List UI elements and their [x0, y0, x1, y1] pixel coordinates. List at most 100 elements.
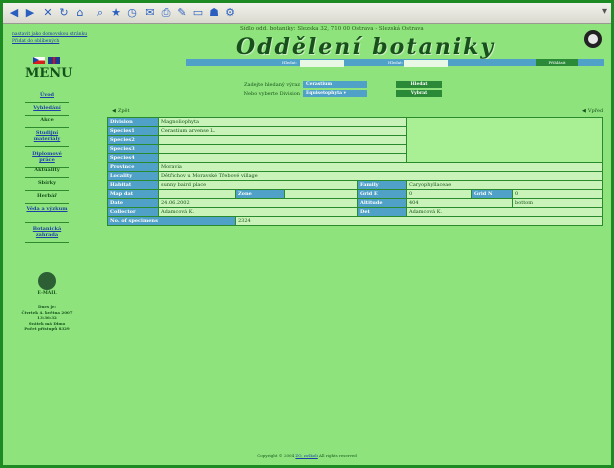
gridn-key: Grid N — [471, 189, 513, 199]
locality-key: Locality — [107, 171, 159, 181]
division-label: Nebo vyberte Division — [243, 91, 300, 97]
forward-link[interactable]: Vpřed — [582, 108, 603, 114]
browser-window — [0, 0, 614, 468]
stop-icon[interactable]: ✕ — [41, 6, 55, 20]
refresh-icon[interactable]: ↻ — [57, 6, 71, 20]
province-key: Province — [107, 162, 159, 172]
det-key: Det — [357, 207, 407, 217]
table-row: Date 24.06.2002 Altitude 404 bottom — [107, 198, 603, 208]
password-label: Hledat: — [388, 60, 404, 65]
sidebar-item-4[interactable]: Diplomové práce — [25, 151, 69, 168]
window-controls-icon[interactable]: ▾ — [602, 6, 607, 17]
date-value: 24.06.2002 — [158, 198, 358, 208]
select-button[interactable]: Vybrat — [396, 90, 442, 97]
species2-value — [158, 135, 407, 145]
footer: Copyright © 2004 ZO, zoškoli All rights … — [0, 453, 614, 458]
logo-icon — [584, 30, 602, 48]
language-switch — [33, 57, 61, 64]
top-links: nastavit jako domovskou stránku Přidat d… — [12, 31, 87, 45]
sidebar-item-2[interactable]: Akce — [25, 117, 69, 128]
tool-icon[interactable]: ⚙ — [223, 6, 237, 20]
sidebar-item-1[interactable]: Vyhledání — [25, 105, 69, 116]
table-row: Province Moravia — [107, 162, 603, 172]
sidebar-item-5[interactable]: Aktuality — [25, 167, 69, 178]
province-value: Moravia — [158, 162, 603, 172]
mapdat-key: Map dat — [107, 189, 159, 199]
forward-icon[interactable]: ▶ — [23, 6, 37, 20]
division-key: Division — [107, 117, 159, 127]
zone-value — [284, 189, 358, 199]
english-flag-icon[interactable] — [48, 57, 60, 64]
sidebar-item-9[interactable]: Botanická zahrada — [25, 226, 69, 243]
menu-title: MENU — [25, 66, 73, 81]
add-favorites-link[interactable]: Přidat do oblíbených — [12, 39, 59, 44]
print-icon[interactable]: ⎙ — [159, 6, 173, 20]
habitat-value: sunny baird place — [158, 180, 358, 190]
browser-toolbar: ◀ ▶ ✕ ↻ ⌂ ⌕ ★ ◷ ✉ ⎙ ✎ ▭ ☗ ⚙ ▾ — [3, 3, 611, 24]
specimens-key: No. of specimens — [107, 216, 236, 226]
collector-key: Collector — [107, 207, 159, 217]
page-title: Oddělení botaniky — [236, 34, 496, 60]
gridn-value: 0 — [512, 189, 603, 199]
empty-cell — [406, 117, 603, 163]
altitude-value: 404 — [406, 198, 513, 208]
search-input[interactable]: Cerastium — [303, 81, 367, 88]
gride-key: Grid E — [357, 189, 407, 199]
mail-icon[interactable]: ✉ — [143, 6, 157, 20]
chevron-down-icon[interactable]: ▾ — [344, 91, 346, 96]
table-row: Locality Dětřichov u Moravské Třebové vi… — [107, 171, 603, 181]
family-value: Caryophyllaceae — [406, 180, 603, 190]
favorites-icon[interactable]: ★ — [109, 6, 123, 20]
rights-text: All rights reserved — [319, 453, 357, 458]
species1-value: Cerastium arvense L. — [158, 126, 407, 136]
zone-key: Zone — [235, 189, 285, 199]
division-select[interactable]: Equisetophyta ▾ — [303, 90, 367, 97]
species4-key: Species4 — [107, 153, 159, 163]
division-value: Magnoliophyta — [158, 117, 407, 127]
back-icon[interactable]: ◀ — [7, 6, 21, 20]
specimens-value: 2324 — [235, 216, 603, 226]
side-info: Dnes je: Čtvrtek 4. května 2007 13:36:32… — [17, 304, 77, 332]
password-input[interactable] — [404, 60, 448, 67]
department-address: Sídlo odd. botaniky: Slezska 32, 710 00 … — [240, 26, 424, 32]
species1-key: Species1 — [107, 126, 159, 136]
email-label[interactable]: E-MAIL — [25, 291, 69, 296]
family-key: Family — [357, 180, 407, 190]
locality-value: Dětřichov u Moravské Třebové village — [158, 171, 603, 181]
edit-icon[interactable]: ✎ — [175, 6, 189, 20]
sidebar-item-6[interactable]: Sbírky — [25, 180, 69, 191]
table-row: Division Magnoliophyta — [107, 117, 603, 163]
history-icon[interactable]: ◷ — [125, 6, 139, 20]
email-icon[interactable] — [38, 272, 56, 290]
species2-key: Species2 — [107, 135, 159, 145]
sidebar-item-3[interactable]: Studijní materiály — [25, 130, 69, 147]
login-label: Hledat: — [282, 60, 298, 65]
search-button[interactable]: Hledat — [396, 81, 442, 88]
copyright-text: Copyright © 2004 — [257, 453, 295, 458]
gride-value: 0 — [406, 189, 472, 199]
altitude-unit: bottom — [512, 198, 603, 208]
set-homepage-link[interactable]: nastavit jako domovskou stránku — [12, 32, 87, 37]
czech-flag-icon[interactable] — [33, 57, 45, 64]
sidebar-item-0[interactable]: Úvod — [25, 92, 69, 103]
altitude-key: Altitude — [357, 198, 407, 208]
search-icon[interactable]: ⌕ — [93, 6, 107, 20]
home-icon[interactable]: ⌂ — [73, 6, 87, 20]
sidebar-item-7[interactable]: Herbář — [25, 193, 69, 204]
login-input[interactable] — [300, 60, 344, 67]
visit-counter: Počet přístupů 8329 — [24, 326, 70, 331]
search-label: Zadejte hledaný výraz — [244, 82, 300, 88]
species4-value — [158, 153, 407, 163]
messenger-icon[interactable]: ☗ — [207, 6, 221, 20]
mapdat-value — [158, 189, 236, 199]
folder-icon[interactable]: ▭ — [191, 6, 205, 20]
det-value: Adamcová K. — [406, 207, 603, 217]
copyright-link[interactable]: ZO, zoškoli — [295, 453, 317, 458]
species3-value — [158, 144, 407, 154]
back-link[interactable]: Zpět — [112, 108, 130, 114]
top-search-bar: Hledat: Hledat: Přihlásit — [186, 59, 604, 67]
collector-value: Adamcová K. — [158, 207, 358, 217]
login-button[interactable]: Přihlásit — [536, 59, 578, 66]
table-row: Map dat Zone Grid E 0 Grid N 0 — [107, 189, 603, 199]
sidebar-item-8[interactable]: Věda a výzkum — [25, 206, 69, 223]
